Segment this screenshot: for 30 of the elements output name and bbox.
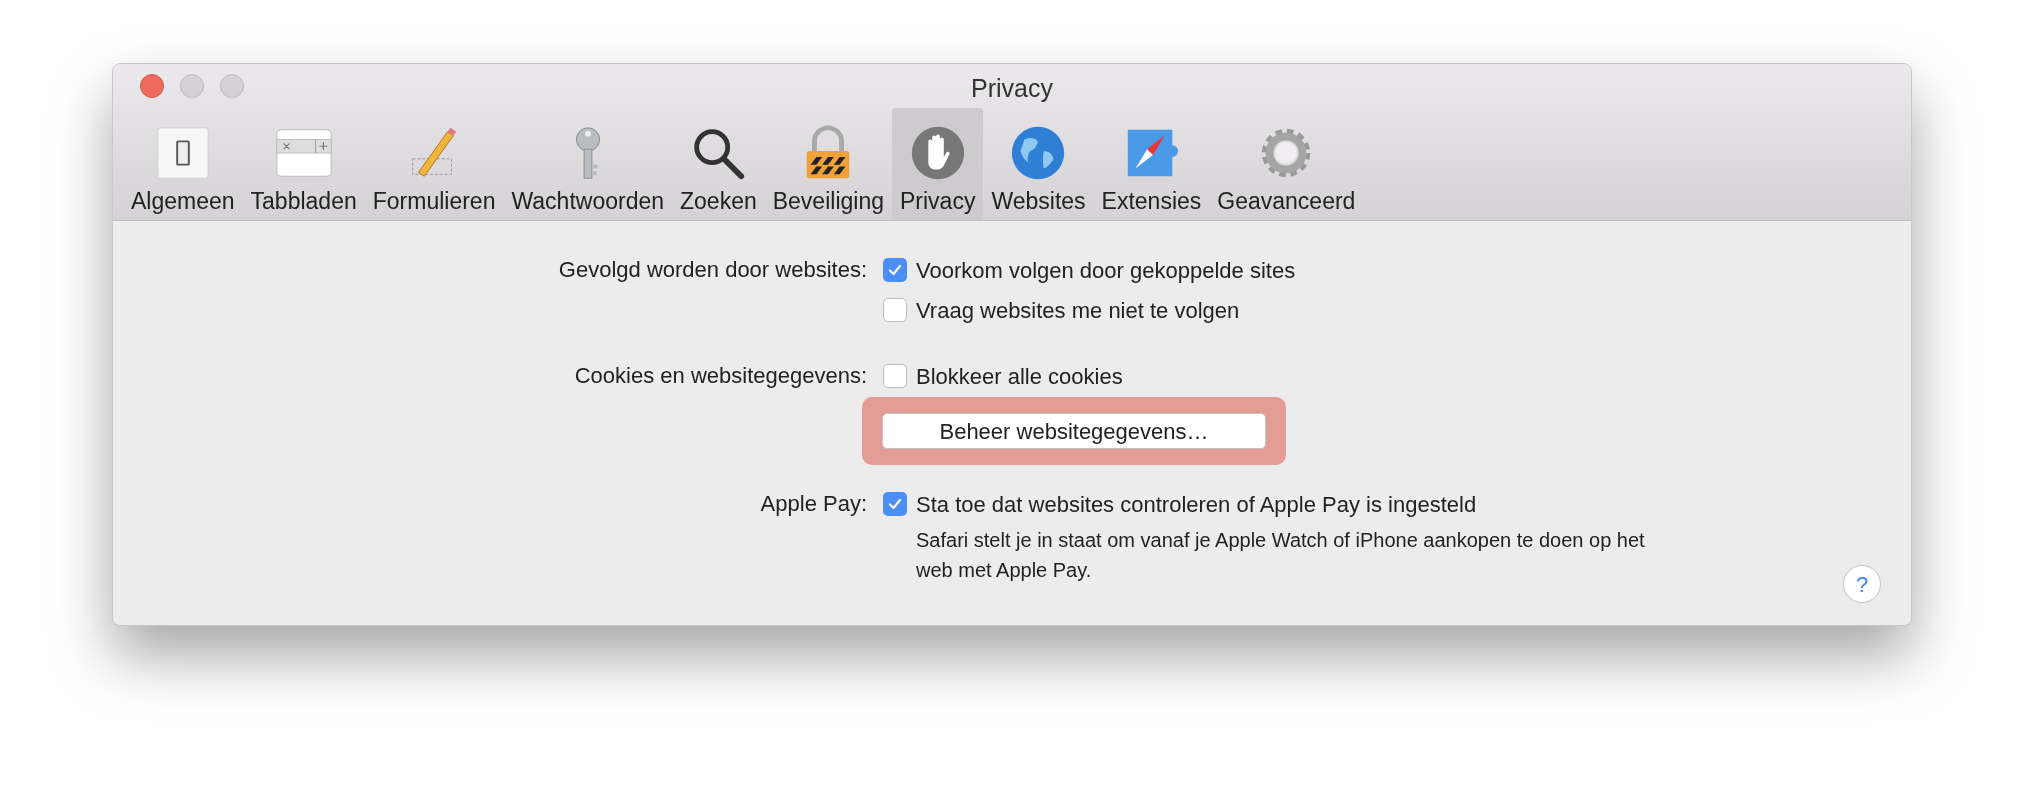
description-text: Safari stelt je in staat om vanaf je Apple Watch of iPhone aankopen te doen op het web met Apple Pay. (916, 528, 1646, 583)
checkbox[interactable] (883, 364, 907, 388)
window-title: Privacy (971, 73, 1053, 104)
checkbox[interactable] (883, 258, 907, 282)
checkbox-label: Sta toe dat websites controleren of Apple Pay is ingesteld (916, 490, 1477, 519)
toolbar-tab[interactable]: Extensies (1093, 108, 1210, 220)
toolbar-tab[interactable]: Tabbladen (242, 108, 365, 220)
help-button[interactable]: ? (1843, 565, 1881, 603)
checkbox[interactable] (883, 298, 907, 322)
checkmark-icon (887, 496, 903, 512)
checkbox[interactable] (883, 492, 907, 516)
section-label: Cookies en websitegegevens: (574, 363, 867, 388)
checkbox-label: Vraag websites me niet te volgen (916, 296, 1240, 325)
toolbar-tab[interactable]: Beveiliging (764, 108, 892, 220)
minimize-button[interactable] (180, 74, 204, 98)
toolbar-tab[interactable]: Geavanceerd (1209, 108, 1364, 220)
checkbox-label: Voorkom volgen door gekoppelde sites (916, 256, 1296, 285)
toolbar-tab[interactable]: Wachtwoorden (503, 108, 672, 220)
toolbar-tab[interactable]: Formulieren (364, 108, 504, 220)
checkbox-label: Blokkeer alle cookies (916, 362, 1123, 391)
section-label: Apple Pay: (760, 491, 867, 516)
toolbar-tab[interactable]: Algemeen (123, 108, 243, 220)
manage-website-data-button[interactable]: Beheer websitegegevens… (882, 413, 1266, 449)
close-button[interactable] (140, 74, 164, 98)
toolbar-tab[interactable]: Zoeken (672, 108, 765, 220)
section-label: Gevolgd worden door websites: (558, 257, 867, 282)
zoom-button[interactable] (220, 74, 244, 98)
toolbar-tab[interactable]: Privacy (892, 108, 984, 220)
checkmark-icon (887, 262, 903, 278)
toolbar-tab[interactable]: Websites (983, 108, 1094, 220)
